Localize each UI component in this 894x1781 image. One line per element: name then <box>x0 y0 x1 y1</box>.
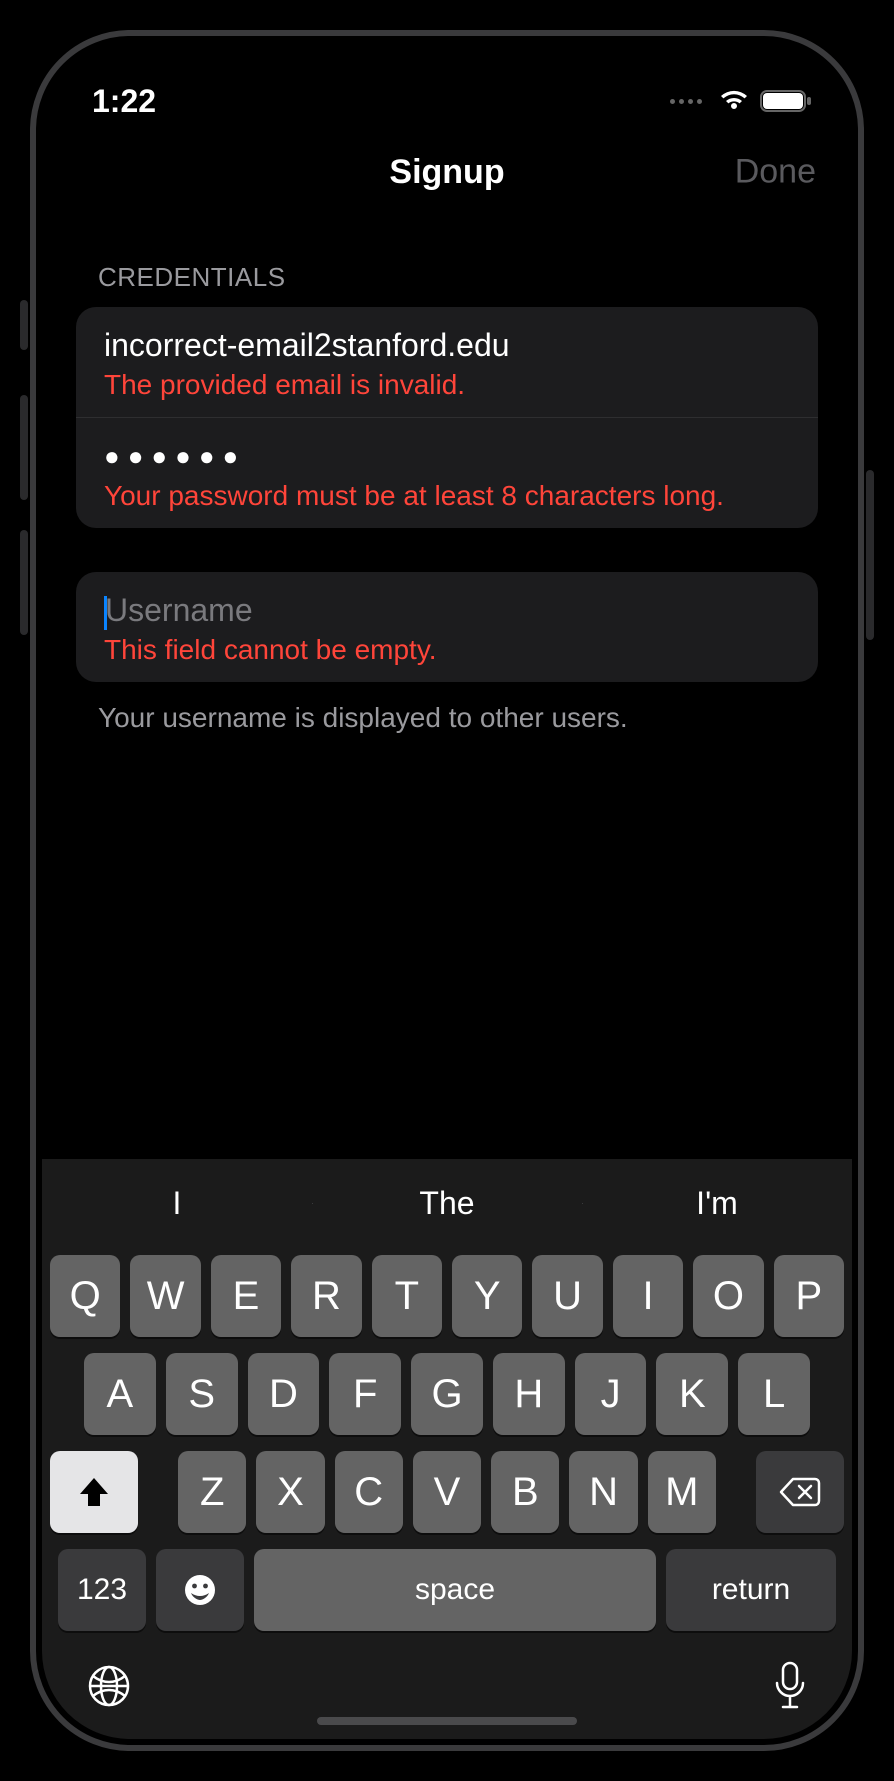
globe-key[interactable] <box>86 1663 132 1709</box>
prediction-2[interactable]: The <box>312 1185 582 1222</box>
shift-icon <box>77 1476 111 1508</box>
key-m[interactable]: M <box>648 1451 716 1533</box>
mute-switch[interactable] <box>20 300 28 350</box>
key-a[interactable]: A <box>84 1353 156 1435</box>
key-i[interactable]: I <box>613 1255 683 1337</box>
credentials-card: incorrect-email2stanford.edu The provide… <box>76 307 818 528</box>
shift-key[interactable] <box>50 1451 138 1533</box>
key-g[interactable]: G <box>411 1353 483 1435</box>
emoji-icon <box>182 1572 218 1608</box>
key-l[interactable]: L <box>738 1353 810 1435</box>
prediction-3[interactable]: I'm <box>582 1185 852 1222</box>
key-x[interactable]: X <box>256 1451 324 1533</box>
battery-icon <box>760 89 812 113</box>
backspace-icon <box>779 1477 821 1507</box>
key-f[interactable]: F <box>329 1353 401 1435</box>
screen: 1:22 Signup Done CREDENTIALS incorrect-e… <box>42 42 852 1739</box>
emoji-key[interactable] <box>156 1549 244 1631</box>
spacer <box>148 1451 168 1533</box>
prediction-bar: I The I'm <box>42 1159 852 1247</box>
email-error: The provided email is invalid. <box>104 369 790 401</box>
wifi-icon <box>718 89 750 113</box>
done-button[interactable]: Done <box>735 153 816 192</box>
status-icons <box>670 89 812 113</box>
credentials-header: CREDENTIALS <box>76 242 818 307</box>
prediction-1[interactable]: I <box>42 1185 312 1222</box>
key-rows: Q W E R T Y U I O P A S D F G H <box>42 1247 852 1631</box>
volume-down-button[interactable] <box>20 530 28 635</box>
key-u[interactable]: U <box>532 1255 602 1337</box>
key-b[interactable]: B <box>491 1451 559 1533</box>
status-bar: 1:22 <box>42 42 852 132</box>
key-q[interactable]: Q <box>50 1255 120 1337</box>
power-button[interactable] <box>866 470 874 640</box>
password-field[interactable]: ●●●●●● <box>104 436 790 476</box>
password-field-container: ●●●●●● Your password must be at least 8 … <box>76 417 818 528</box>
space-key[interactable]: space <box>254 1549 656 1631</box>
nav-bar: Signup Done <box>42 132 852 212</box>
recording-indicator-icon <box>670 99 702 104</box>
key-h[interactable]: H <box>493 1353 565 1435</box>
dictation-key[interactable] <box>772 1661 808 1711</box>
username-placeholder: Username <box>105 592 253 628</box>
key-s[interactable]: S <box>166 1353 238 1435</box>
key-row-2: A S D F G H J K L <box>50 1353 844 1435</box>
username-field[interactable]: Username <box>104 590 790 630</box>
key-row-4: 123 space return <box>50 1549 844 1631</box>
keyboard: I The I'm Q W E R T Y U I O P A <box>42 1159 852 1739</box>
key-v[interactable]: V <box>413 1451 481 1533</box>
globe-icon <box>86 1663 132 1709</box>
backspace-key[interactable] <box>756 1451 844 1533</box>
key-row-3: Z X C V B N M <box>50 1451 844 1533</box>
email-field-container: incorrect-email2stanford.edu The provide… <box>76 307 818 417</box>
key-p[interactable]: P <box>774 1255 844 1337</box>
page-title: Signup <box>389 153 504 192</box>
password-error: Your password must be at least 8 charact… <box>104 480 790 512</box>
key-w[interactable]: W <box>130 1255 200 1337</box>
key-d[interactable]: D <box>248 1353 320 1435</box>
key-k[interactable]: K <box>656 1353 728 1435</box>
key-n[interactable]: N <box>569 1451 637 1533</box>
keyboard-footer <box>42 1631 852 1719</box>
email-field[interactable]: incorrect-email2stanford.edu <box>104 325 790 365</box>
return-key[interactable]: return <box>666 1549 836 1631</box>
key-c[interactable]: C <box>335 1451 403 1533</box>
key-o[interactable]: O <box>693 1255 763 1337</box>
key-z[interactable]: Z <box>178 1451 246 1533</box>
numbers-key[interactable]: 123 <box>58 1549 146 1631</box>
username-error: This field cannot be empty. <box>104 634 790 666</box>
form-content: CREDENTIALS incorrect-email2stanford.edu… <box>42 212 852 734</box>
mic-icon <box>772 1661 808 1711</box>
username-field-container: Username This field cannot be empty. <box>76 572 818 682</box>
phone-frame: 1:22 Signup Done CREDENTIALS incorrect-e… <box>30 30 864 1751</box>
key-r[interactable]: R <box>291 1255 361 1337</box>
spacer <box>726 1451 746 1533</box>
key-e[interactable]: E <box>211 1255 281 1337</box>
key-j[interactable]: J <box>575 1353 647 1435</box>
key-row-1: Q W E R T Y U I O P <box>50 1255 844 1337</box>
home-indicator[interactable] <box>317 1717 577 1725</box>
key-t[interactable]: T <box>372 1255 442 1337</box>
key-y[interactable]: Y <box>452 1255 522 1337</box>
volume-up-button[interactable] <box>20 395 28 500</box>
username-footer: Your username is displayed to other user… <box>76 696 818 734</box>
username-card: Username This field cannot be empty. <box>76 572 818 682</box>
status-time: 1:22 <box>92 83 156 120</box>
